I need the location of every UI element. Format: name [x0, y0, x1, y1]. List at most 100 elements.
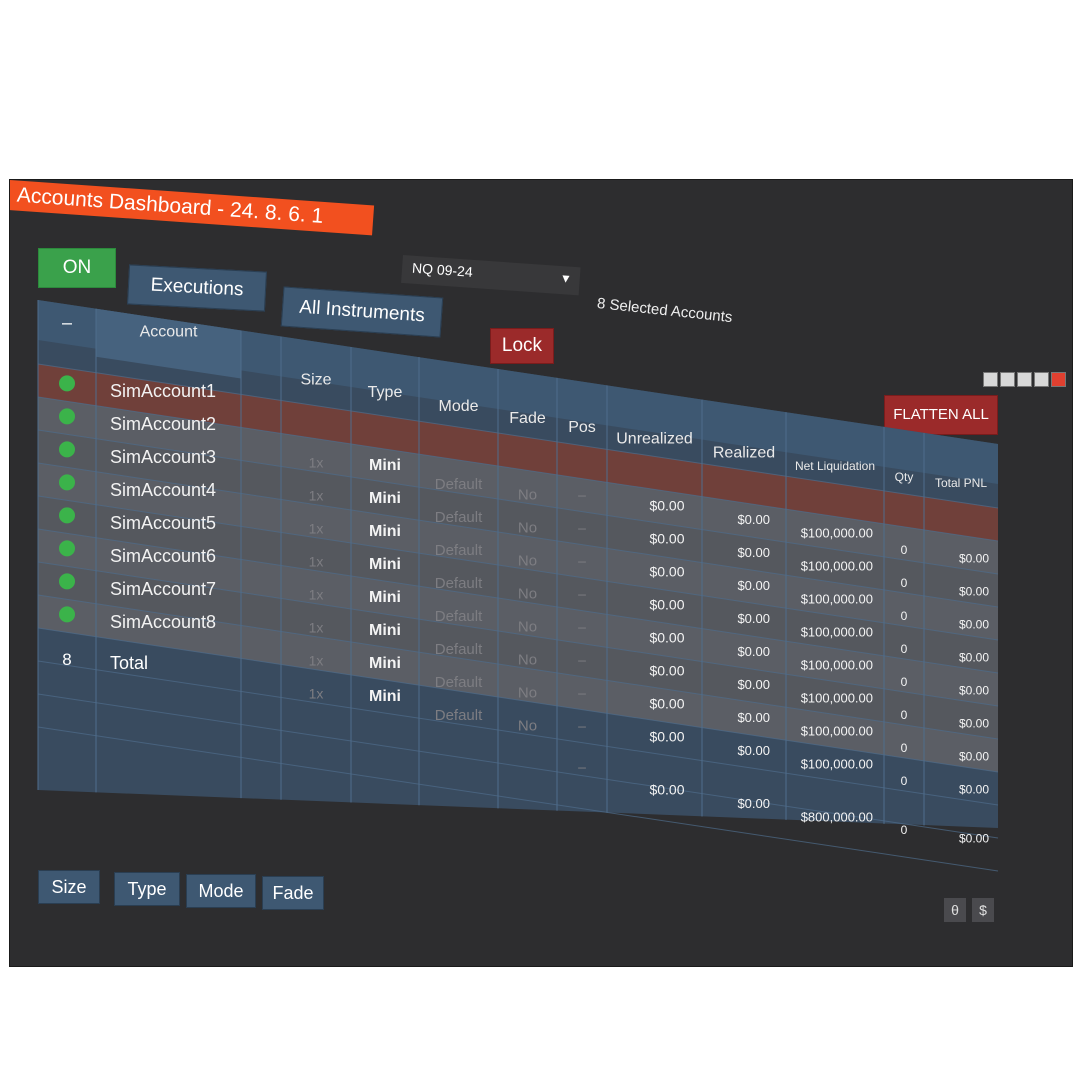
type-cell: Mini [369, 622, 401, 639]
total-pnl-cell: $0.00 [959, 617, 989, 631]
realized-cell: $0.00 [737, 710, 770, 725]
status-dot [59, 540, 75, 557]
fade-cell: No [518, 585, 537, 602]
type-cell: Mini [369, 688, 401, 705]
type-cell: Mini [369, 556, 401, 573]
mode-cell: Default [435, 575, 483, 592]
unrealized-cell: $0.00 [649, 596, 684, 612]
bottom-mode-button[interactable]: Mode [186, 874, 256, 908]
qty-cell: 0 [901, 609, 908, 623]
mode-cell: Default [435, 641, 483, 658]
total-qty: 0 [901, 823, 908, 837]
net-liquidation-cell: $100,000.00 [801, 625, 873, 640]
mode-cell: Default [435, 509, 483, 526]
bottom-type-button[interactable]: Type [114, 872, 180, 906]
realized-cell: $0.00 [737, 512, 770, 527]
size-cell: 1x [309, 521, 324, 537]
realized-cell: $0.00 [737, 677, 770, 692]
size-cell: 1x [309, 455, 324, 471]
total-unrealized: $0.00 [649, 781, 684, 797]
total-pnl: $0.00 [959, 831, 989, 845]
mode-cell: Default [435, 608, 483, 625]
qty-cell: 0 [901, 774, 908, 788]
qty-cell: 0 [901, 675, 908, 689]
unrealized-cell: $0.00 [649, 662, 684, 678]
size-cell: 1x [309, 488, 324, 504]
mode-cell: Default [435, 707, 483, 724]
type-cell: Mini [369, 589, 401, 606]
column-header: Unrealized [616, 430, 692, 447]
qty-cell: 0 [901, 642, 908, 656]
status-dot [59, 573, 75, 590]
bottom-size-button[interactable]: Size [38, 870, 100, 904]
pos-cell: – [578, 487, 586, 503]
unrealized-cell: $0.00 [649, 695, 684, 711]
total-pnl-cell: $0.00 [959, 584, 989, 598]
currency-button[interactable]: $ [972, 898, 994, 922]
net-liquidation-cell: $100,000.00 [801, 592, 873, 607]
account-name: SimAccount1 [110, 381, 216, 401]
column-header: Size [300, 371, 331, 388]
account-name: SimAccount7 [110, 579, 216, 599]
net-liquidation-cell: $100,000.00 [801, 724, 873, 739]
total-label: Total [110, 653, 148, 673]
qty-cell: 0 [901, 543, 908, 557]
account-name: SimAccount4 [110, 480, 216, 500]
total-pnl-cell: $0.00 [959, 551, 989, 565]
net-liquidation-cell: $100,000.00 [801, 559, 873, 574]
status-dot [59, 441, 75, 458]
fade-cell: No [518, 618, 537, 635]
unrealized-cell: $0.00 [649, 497, 684, 513]
account-name: SimAccount5 [110, 513, 216, 533]
total-net-liquidation: $800,000.00 [801, 810, 873, 825]
total-pnl-cell: $0.00 [959, 716, 989, 730]
unrealized-cell: $0.00 [649, 563, 684, 579]
fade-cell: No [518, 651, 537, 668]
total-pnl-cell: $0.00 [959, 782, 989, 796]
net-liquidation-cell: $100,000.00 [801, 757, 873, 772]
pos-cell: – [578, 520, 586, 536]
column-header: Type [368, 384, 403, 401]
total-pos: – [578, 759, 586, 775]
realized-cell: $0.00 [737, 644, 770, 659]
status-dot [59, 507, 75, 524]
fade-cell: No [518, 552, 537, 569]
pos-cell: – [578, 586, 586, 602]
total-realized: $0.00 [737, 796, 770, 811]
bottom-fade-button[interactable]: Fade [262, 876, 324, 910]
total-pnl-cell: $0.00 [959, 683, 989, 697]
size-cell: 1x [309, 620, 324, 636]
total-pnl-cell: $0.00 [959, 749, 989, 763]
column-header: Fade [509, 410, 546, 427]
status-dot [59, 408, 75, 425]
status-dot [59, 474, 75, 491]
type-cell: Mini [369, 655, 401, 672]
accounts-dashboard-window: Accounts Dashboard - 24. 8. 6. 1 ON Exec… [10, 180, 1072, 966]
fade-cell: No [518, 486, 537, 503]
mode-cell: Default [435, 674, 483, 691]
column-header: Account [140, 324, 198, 341]
unrealized-cell: $0.00 [649, 629, 684, 645]
status-dot [59, 375, 75, 392]
size-cell: 1x [309, 686, 324, 702]
theta-button[interactable]: θ [944, 898, 966, 922]
realized-cell: $0.00 [737, 611, 770, 626]
net-liquidation-cell: $100,000.00 [801, 691, 873, 706]
column-header: Total PNL [935, 476, 987, 490]
account-name: SimAccount8 [110, 612, 216, 632]
pos-cell: – [578, 652, 586, 668]
column-header: Net Liquidation [795, 459, 875, 473]
pos-cell: – [578, 553, 586, 569]
account-name: SimAccount3 [110, 447, 216, 467]
total-count: 8 [62, 650, 71, 669]
type-cell: Mini [369, 490, 401, 507]
status-dot [59, 606, 75, 623]
type-cell: Mini [369, 523, 401, 540]
size-cell: 1x [309, 587, 324, 603]
qty-cell: 0 [901, 741, 908, 755]
size-cell: 1x [309, 653, 324, 669]
accounts-grid: Account Size Type Mode Fade Pos Unrealized Real… [37, 300, 999, 872]
pos-cell: – [578, 685, 586, 701]
pos-cell: – [578, 619, 586, 635]
unrealized-cell: $0.00 [649, 530, 684, 546]
